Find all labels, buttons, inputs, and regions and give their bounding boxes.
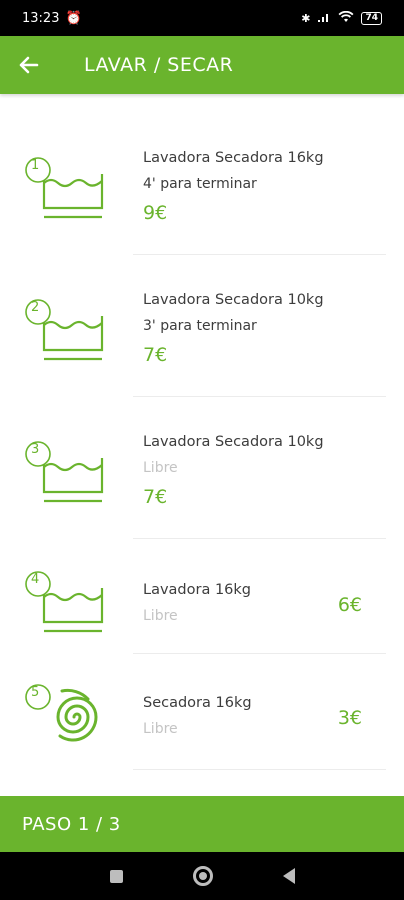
bluetooth-icon: ✱ [301, 11, 311, 25]
machine-status: 4' para terminar [143, 176, 257, 192]
machine-price: 7€ [143, 486, 168, 508]
home-icon[interactable] [192, 866, 213, 886]
machine-name: Lavadora Secadora 10kg [143, 434, 324, 450]
machine-item[interactable]: 5 Secadora 16kg Libre 3€ [0, 677, 404, 767]
machine-number: 2 [31, 300, 40, 315]
system-back-icon[interactable] [282, 868, 295, 884]
divider [133, 396, 386, 397]
machine-number: 1 [31, 158, 40, 173]
machine-name: Lavadora Secadora 10kg [143, 292, 324, 308]
machine-name: Lavadora Secadora 16kg [143, 150, 324, 166]
status-bar: 13:23 ⏰ ✱ 74 [0, 0, 404, 36]
machine-name: Lavadora 16kg [143, 582, 252, 598]
recents-icon[interactable] [109, 869, 123, 883]
status-time: 13:23 [22, 10, 60, 26]
divider [133, 254, 386, 255]
machine-price: 6€ [337, 594, 362, 616]
back-arrow-icon[interactable] [0, 36, 58, 94]
machine-status: Libre [143, 608, 178, 624]
machine-price: 7€ [143, 344, 168, 366]
divider [133, 538, 386, 539]
machine-item[interactable]: 1 Lavadora Secadora 16kg 4' para termina… [0, 142, 404, 254]
app-bar: LAVAR / SECAR [0, 36, 404, 94]
system-nav-bar [0, 852, 404, 900]
machine-item[interactable]: 3 Lavadora Secadora 10kg Libre 7€ [0, 426, 404, 538]
machine-name: Secadora 16kg [143, 695, 252, 711]
machine-number: 5 [31, 685, 40, 700]
divider [133, 769, 386, 770]
battery-icon: 74 [361, 11, 382, 25]
page-title: LAVAR / SECAR [84, 54, 234, 76]
wifi-icon [338, 10, 354, 26]
machine-status: Libre [143, 460, 178, 476]
step-indicator: PASO 1 / 3 [0, 796, 404, 852]
machine-number: 3 [31, 442, 40, 457]
step-label: PASO 1 / 3 [22, 813, 121, 835]
machine-item[interactable]: 4 Lavadora 16kg Libre 6€ [0, 564, 404, 654]
machine-price: 3€ [337, 707, 362, 729]
alarm-icon: ⏰ [65, 10, 82, 26]
machine-item[interactable]: 2 Lavadora Secadora 10kg 3' para termina… [0, 284, 404, 396]
machine-status: Libre [143, 721, 178, 737]
machine-number: 4 [31, 572, 40, 587]
divider [133, 653, 386, 654]
machine-price: 9€ [143, 202, 168, 224]
signal-icon [317, 11, 331, 26]
machine-status: 3' para terminar [143, 318, 257, 334]
